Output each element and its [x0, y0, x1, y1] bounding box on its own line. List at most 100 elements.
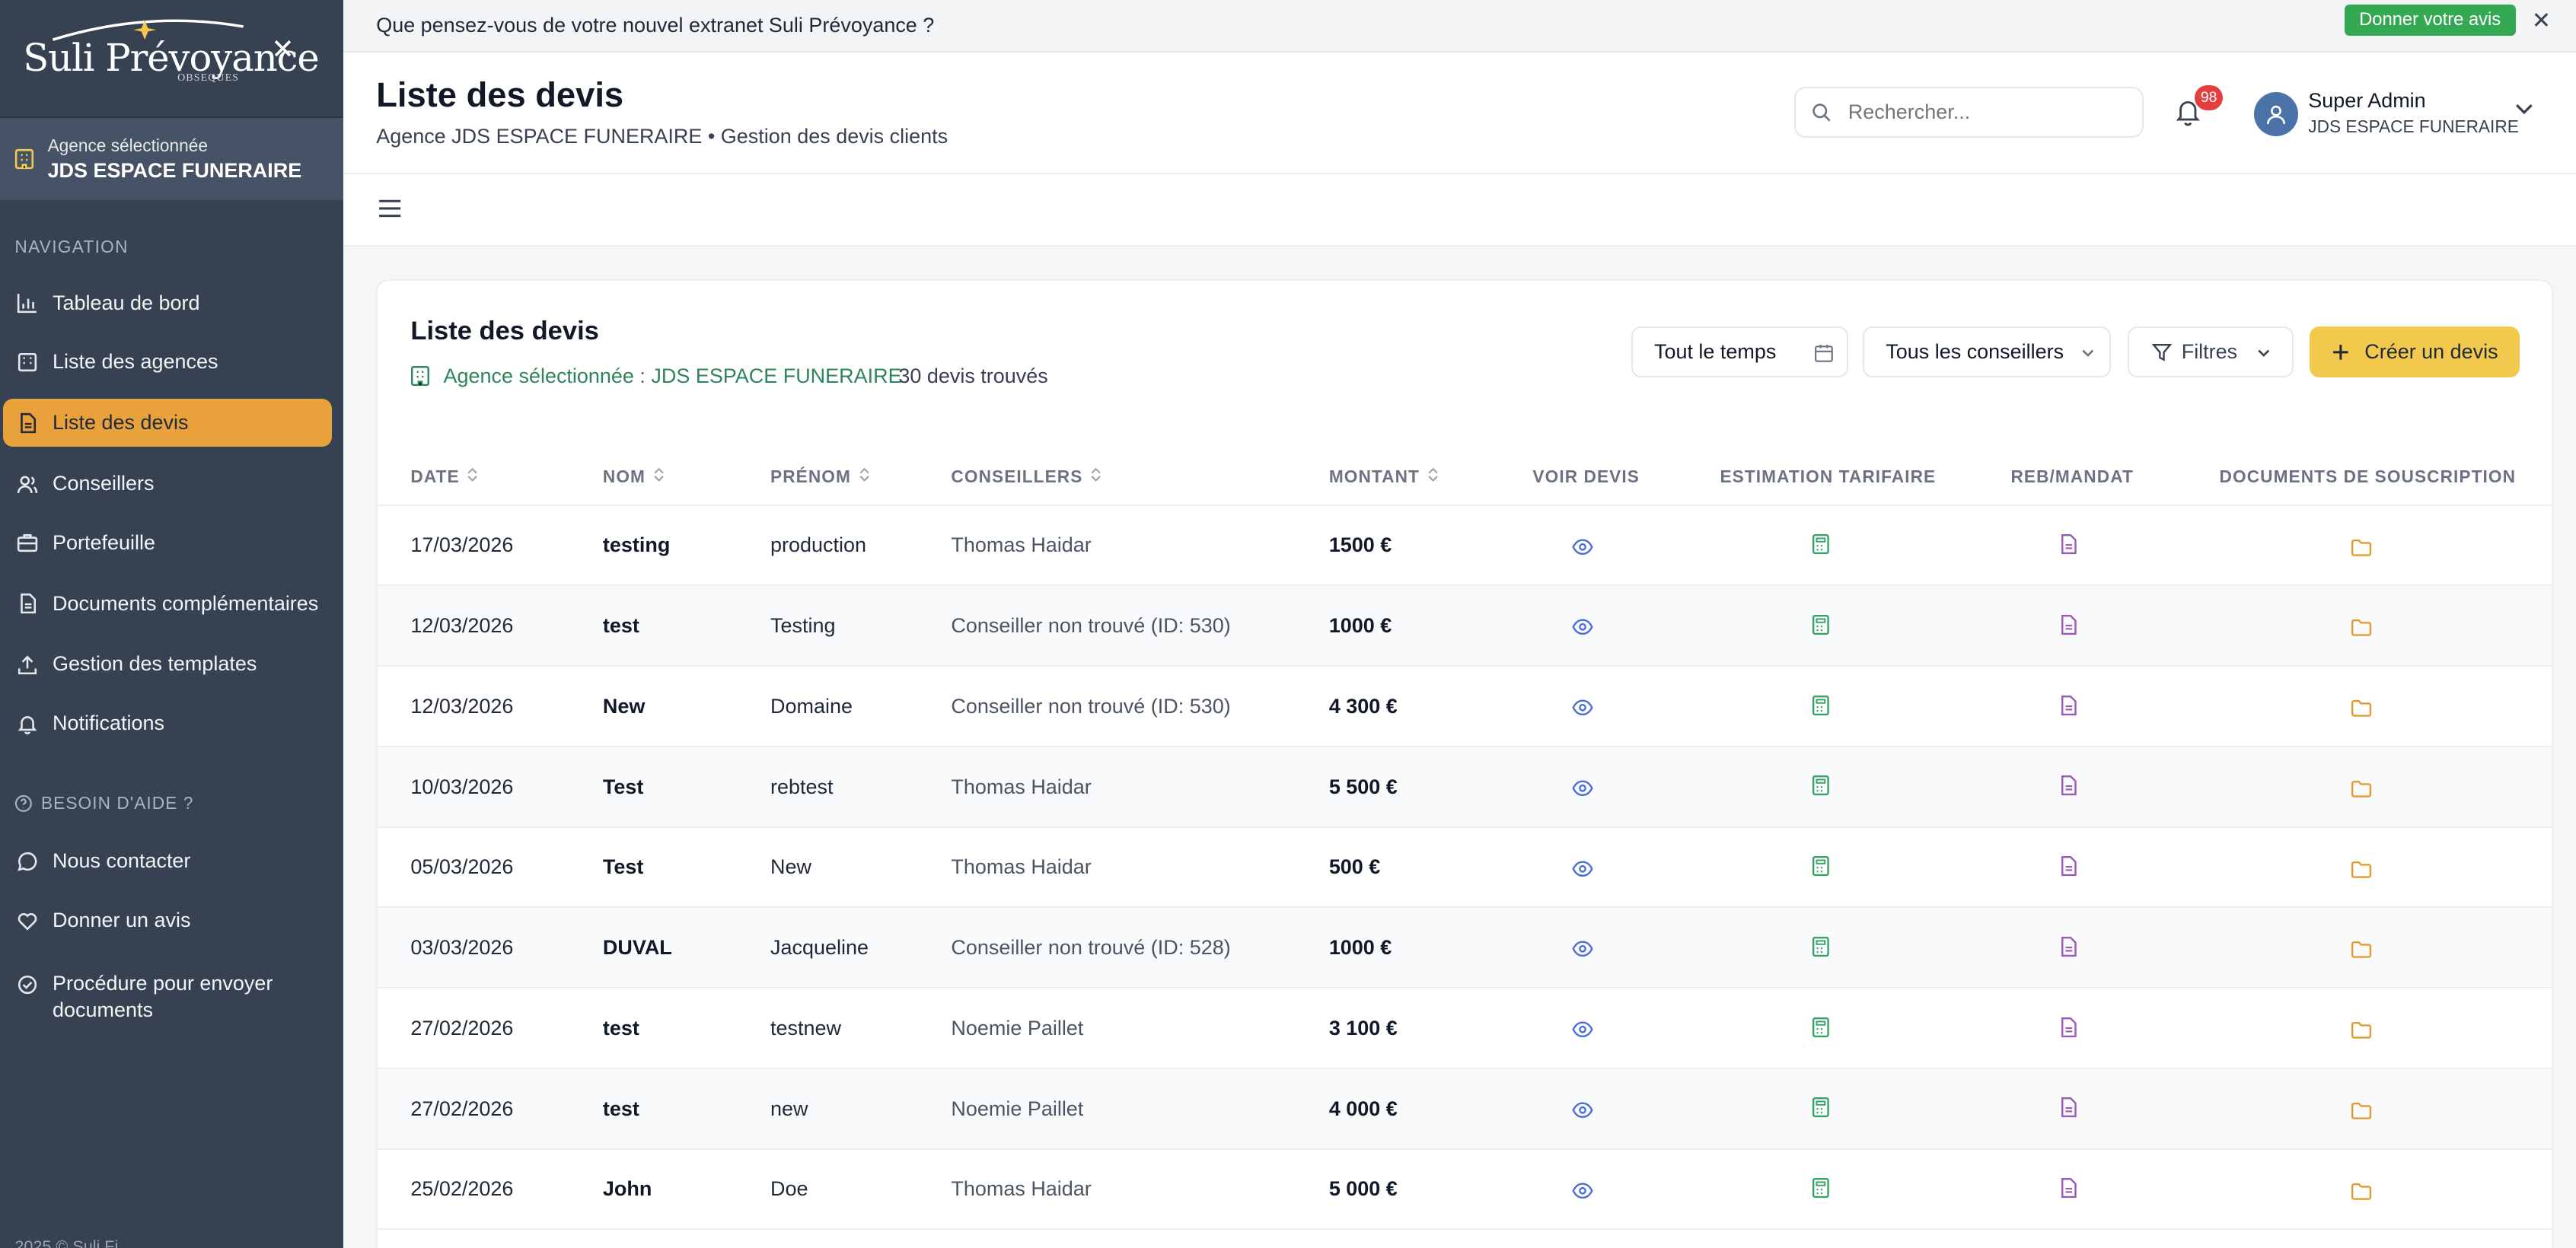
cell-prenom: Testing: [770, 614, 836, 637]
folder-icon[interactable]: [2351, 695, 2372, 724]
calculator-icon[interactable]: [1812, 1176, 1830, 1205]
file-text-icon[interactable]: [2060, 613, 2078, 642]
menu-icon[interactable]: [378, 199, 402, 218]
eye-icon[interactable]: [1572, 1095, 1593, 1125]
agency-name: JDS ESPACE FUNERAIRE: [47, 159, 302, 183]
col-prenom[interactable]: PRÉNOM: [770, 466, 871, 488]
sidebar-item-dashboard[interactable]: Tableau de bord: [3, 279, 332, 327]
sidebar-item-agencies[interactable]: Liste des agences: [3, 339, 332, 387]
period-filter[interactable]: Tout le temps: [1631, 326, 1848, 378]
calculator-icon[interactable]: [1812, 854, 1830, 883]
filters-button[interactable]: Filtres: [2127, 326, 2294, 378]
sidebar-item-contact[interactable]: Nous contacter: [3, 838, 332, 886]
table-row[interactable]: 27/02/2026 test testnew Noemie Paillet 3 100…: [378, 989, 2552, 1069]
page-title: Liste des devis: [376, 75, 624, 115]
sidebar-item-portfolio[interactable]: Portefeuille: [3, 519, 332, 567]
calculator-icon[interactable]: [1812, 613, 1830, 642]
file-text-icon[interactable]: [2060, 532, 2078, 562]
calculator-icon[interactable]: [1812, 693, 1830, 723]
briefcase-icon: [17, 532, 38, 553]
plus-icon: [2333, 345, 2348, 360]
table-row[interactable]: 10/03/2026 Test rebtest Thomas Haidar 5 500 …: [378, 747, 2552, 828]
folder-icon[interactable]: [2351, 936, 2372, 966]
chevron-down-icon: [2258, 349, 2270, 357]
folder-icon[interactable]: [2351, 1177, 2372, 1207]
avatar[interactable]: [2254, 91, 2299, 137]
file-text-icon[interactable]: [2060, 693, 2078, 723]
cell-nom: Test: [602, 855, 644, 879]
eye-icon[interactable]: [1572, 854, 1593, 883]
close-banner-button[interactable]: ✕: [2532, 9, 2551, 33]
selected-agency[interactable]: Agence sélectionnée JDS ESPACE FUNERAIRE: [0, 118, 344, 201]
cell-prenom: testnew: [770, 1016, 841, 1039]
cell-nom: test: [602, 1097, 639, 1120]
cell-montant: 3 100 €: [1328, 1016, 1398, 1039]
user-icon: [2267, 105, 2286, 125]
brand-logo[interactable]: Suli Prévoyance OBSEQUES ✕: [0, 0, 344, 119]
col-montant[interactable]: MONTANT: [1329, 466, 1439, 488]
file-text-icon[interactable]: [2060, 934, 2078, 964]
calculator-icon[interactable]: [1812, 1015, 1830, 1045]
sidebar-item-feedback[interactable]: Donner un avis: [3, 896, 332, 944]
sidebar-item-templates[interactable]: Gestion des templates: [3, 641, 332, 689]
eye-icon[interactable]: [1572, 532, 1593, 562]
cell-montant: 4 000 €: [1328, 1097, 1398, 1120]
calculator-icon[interactable]: [1812, 532, 1830, 562]
sidebar-item-quotes[interactable]: Liste des devis: [3, 399, 332, 447]
col-conseillers[interactable]: CONSEILLERS: [951, 466, 1102, 488]
file-text-icon[interactable]: [2060, 1015, 2078, 1045]
cell-date: 10/03/2026: [410, 775, 514, 798]
search-input[interactable]: [1848, 100, 2112, 125]
document-icon: [17, 593, 38, 614]
cell-montant: 1000 €: [1328, 614, 1392, 637]
table-row[interactable]: 12/03/2026 New Domaine Conseiller non trouv…: [378, 667, 2552, 747]
eye-icon[interactable]: [1572, 1015, 1593, 1045]
calculator-icon[interactable]: [1812, 934, 1830, 964]
calculator-icon[interactable]: [1812, 773, 1830, 803]
advisor-filter[interactable]: Tous les conseillers: [1863, 326, 2112, 378]
eye-icon[interactable]: [1572, 934, 1593, 964]
chat-icon: [17, 851, 38, 872]
folder-icon[interactable]: [2351, 533, 2372, 563]
col-date[interactable]: DATE: [410, 466, 479, 488]
col-nom[interactable]: NOM: [603, 466, 665, 488]
sort-icon: [851, 466, 871, 488]
file-text-icon[interactable]: [2060, 1095, 2078, 1125]
cell-montant: 5 500 €: [1328, 775, 1398, 798]
table-row[interactable]: 12/03/2026 test Testing Conseiller non trou…: [378, 586, 2552, 667]
col-reb-mandat: REB/MANDAT: [2010, 466, 2134, 486]
sidebar-item-notifications[interactable]: Notifications: [3, 699, 332, 747]
close-sidebar-button[interactable]: ✕: [271, 36, 295, 64]
folder-icon[interactable]: [2351, 1017, 2372, 1046]
calculator-icon[interactable]: [1812, 1095, 1830, 1125]
table-row[interactable]: 03/03/2026 DUVAL Jacqueline Conseiller non …: [378, 908, 2552, 989]
file-text-icon[interactable]: [2060, 773, 2078, 803]
folder-icon[interactable]: [2351, 1097, 2372, 1127]
sidebar-item-label: Liste des devis: [53, 411, 189, 435]
eye-icon[interactable]: [1572, 693, 1593, 723]
cell-date: 03/03/2026: [410, 936, 514, 959]
folder-icon[interactable]: [2351, 775, 2372, 805]
folder-icon[interactable]: [2351, 614, 2372, 644]
user-name[interactable]: Super Admin: [2308, 89, 2425, 113]
give-feedback-button[interactable]: Donner votre avis: [2344, 5, 2516, 37]
sidebar-item-label: Liste des agences: [53, 350, 218, 374]
eye-icon[interactable]: [1572, 773, 1593, 803]
table-row[interactable]: 27/02/2026 test new Noemie Paillet 4 000 €: [378, 1068, 2552, 1150]
create-quote-button[interactable]: Créer un devis: [2310, 326, 2520, 378]
table-row[interactable]: 05/03/2026 Test New Thomas Haidar 500 €: [378, 828, 2552, 909]
chevron-down-icon[interactable]: [2515, 103, 2533, 115]
search-box[interactable]: [1793, 87, 2144, 138]
file-text-icon[interactable]: [2060, 1176, 2078, 1205]
eye-icon[interactable]: [1572, 613, 1593, 642]
sidebar-item-advisors[interactable]: Conseillers: [3, 460, 332, 508]
eye-icon[interactable]: [1572, 1176, 1593, 1205]
folder-icon[interactable]: [2351, 855, 2372, 885]
sidebar-item-extra-documents[interactable]: Documents complémentaires: [3, 580, 332, 628]
table-row[interactable]: 25/02/2026 John Doe Thomas Haidar 5 000 €: [378, 1150, 2552, 1230]
calendar-icon: [1814, 344, 1833, 362]
file-text-icon[interactable]: [2060, 854, 2078, 883]
sidebar-item-procedure[interactable]: Procédure pour envoyer documents: [3, 959, 332, 1031]
page-subtitle: Agence JDS ESPACE FUNERAIRE • Gestion de…: [376, 125, 948, 148]
table-row[interactable]: 17/03/2026 testing production Thomas Haidar…: [378, 506, 2552, 587]
